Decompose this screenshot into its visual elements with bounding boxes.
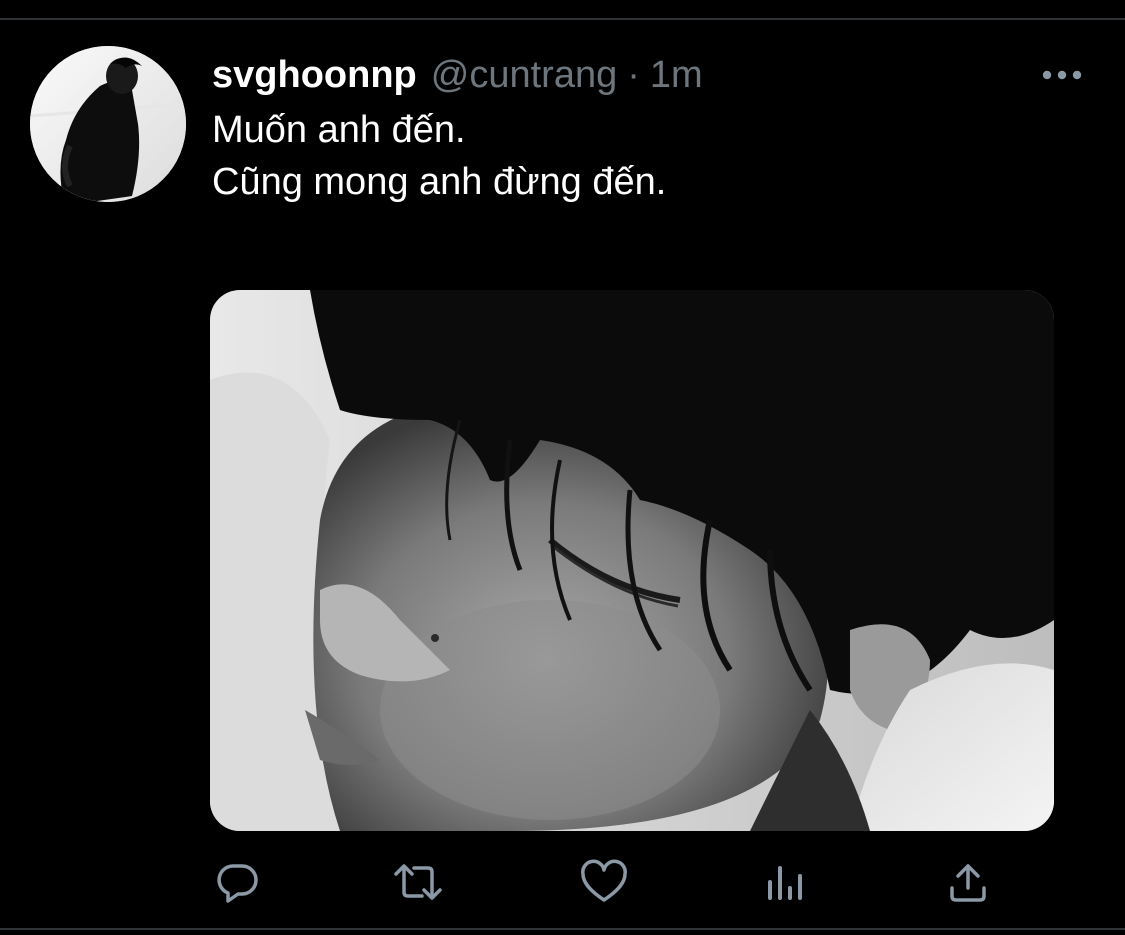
tweet-text-line-2: Cũng mong anh đừng đến.: [212, 161, 667, 203]
retweet-icon: [394, 864, 442, 900]
tweet-text: Muốn anh đến. Cũng mong anh đừng đến.: [212, 104, 666, 208]
tweet-text-line-1: Muốn anh đến.: [212, 109, 466, 151]
timestamp[interactable]: 1m: [650, 54, 703, 97]
tweet-photo: [210, 290, 1054, 831]
separator-dot: ·: [627, 53, 640, 96]
analytics-button[interactable]: [758, 852, 814, 912]
share-button[interactable]: [940, 852, 996, 912]
top-divider: [0, 18, 1125, 20]
more-options-button[interactable]: [1036, 60, 1088, 90]
avatar[interactable]: [30, 46, 186, 202]
tweet-header: svghoonnp @cuntrang · 1m: [212, 52, 703, 98]
like-button[interactable]: [576, 852, 632, 912]
bar-chart-icon: [768, 866, 802, 900]
bottom-divider: [0, 928, 1125, 930]
tweet-media[interactable]: [210, 290, 1054, 831]
reply-bubble-icon: [217, 864, 258, 903]
retweet-button[interactable]: [390, 852, 446, 912]
user-handle[interactable]: @cuntrang: [431, 54, 617, 97]
heart-icon: [581, 859, 627, 902]
display-name[interactable]: svghoonnp: [212, 54, 417, 97]
reply-button[interactable]: [210, 852, 266, 912]
more-horizontal-icon: [1042, 70, 1082, 80]
avatar-photo: [30, 46, 186, 202]
share-upload-icon: [950, 864, 986, 902]
tweet-actions: [210, 852, 1000, 912]
